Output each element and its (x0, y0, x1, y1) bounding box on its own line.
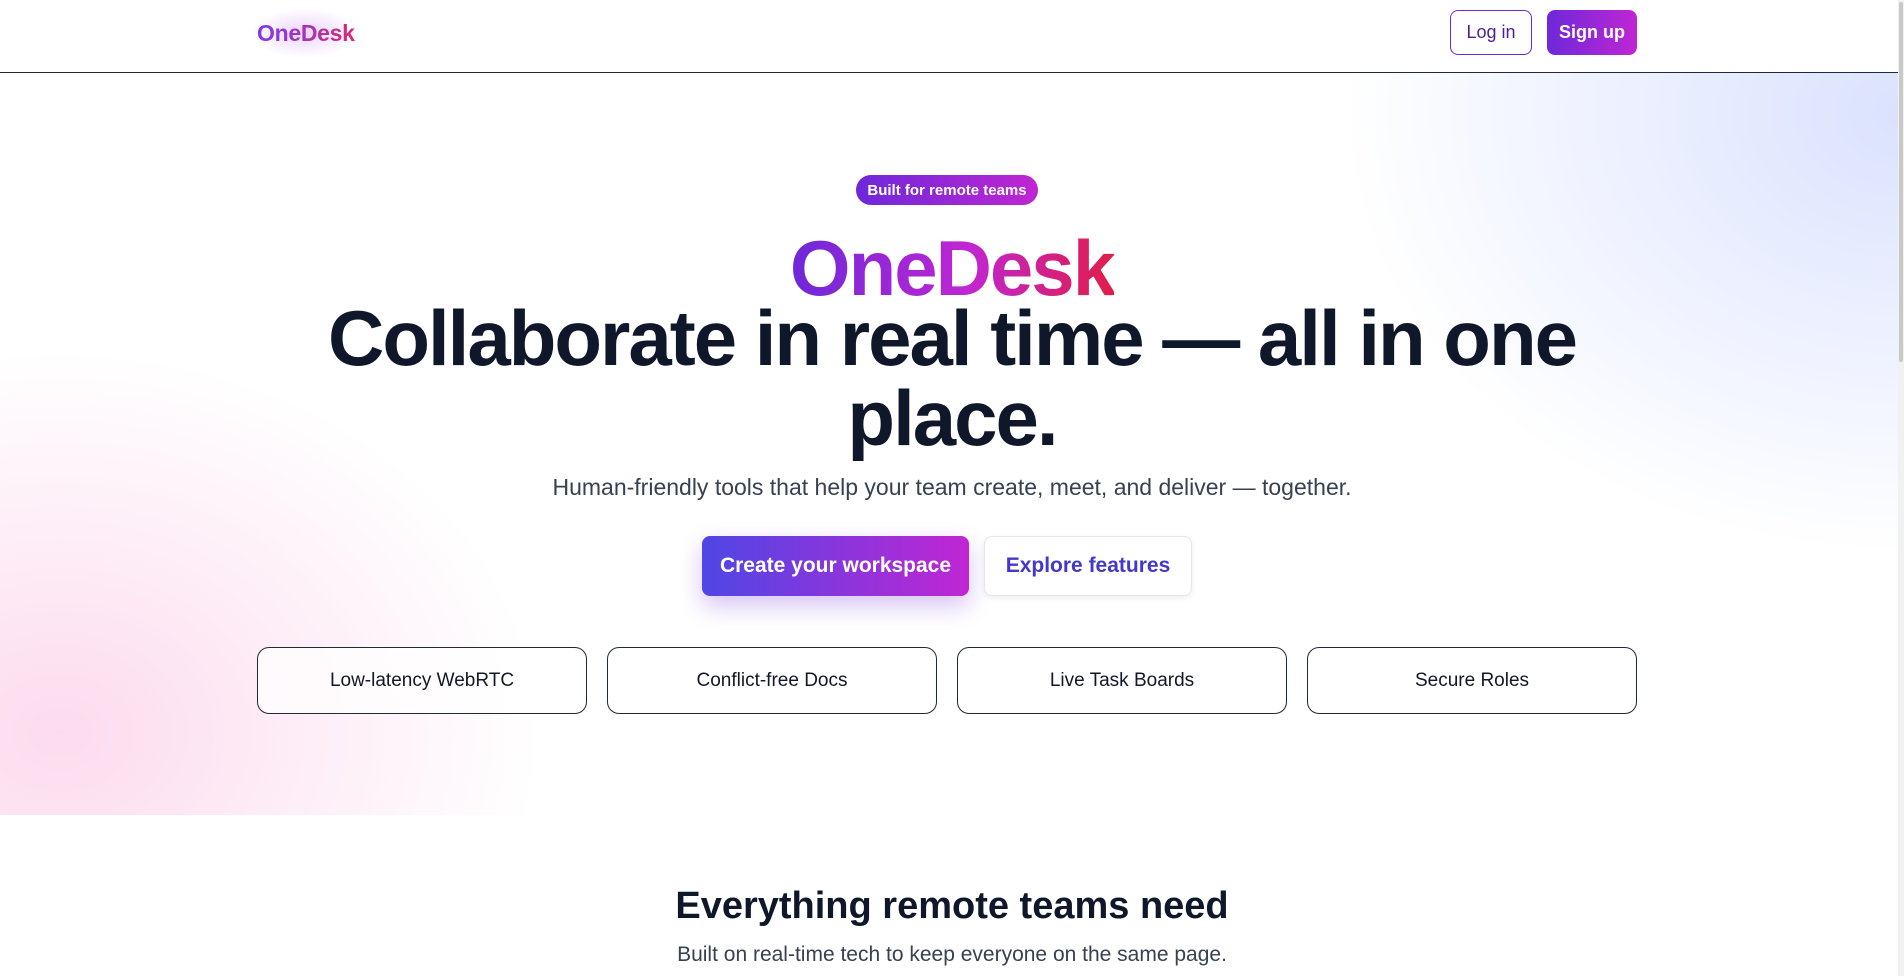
create-workspace-button[interactable]: Create your workspace (702, 536, 969, 596)
feature-card-task-boards: Live Task Boards (957, 647, 1287, 714)
logo[interactable]: OneDesk (257, 20, 355, 47)
section-subtitle: Built on real-time tech to keep everyone… (677, 943, 1227, 966)
explore-features-button[interactable]: Explore features (984, 536, 1192, 596)
login-button[interactable]: Log in (1450, 10, 1532, 55)
hero-headline: Collaborate in real time — all in one pl… (328, 294, 1578, 462)
hero-subline: Human-friendly tools that help your team… (552, 474, 1352, 500)
feature-card-webrtc: Low-latency WebRTC (257, 647, 587, 714)
feature-card-docs: Conflict-free Docs (607, 647, 937, 714)
feature-card-roles: Secure Roles (1307, 647, 1637, 714)
hero-badge: Built for remote teams (856, 175, 1038, 205)
landing-page: OneDesk Log in Sign up Built for remote … (0, 0, 1904, 976)
scrollbar-thumb[interactable] (1899, 2, 1903, 362)
site-header: OneDesk Log in Sign up (0, 0, 1904, 73)
signup-button[interactable]: Sign up (1547, 10, 1637, 55)
section-title: Everything remote teams need (675, 885, 1229, 927)
